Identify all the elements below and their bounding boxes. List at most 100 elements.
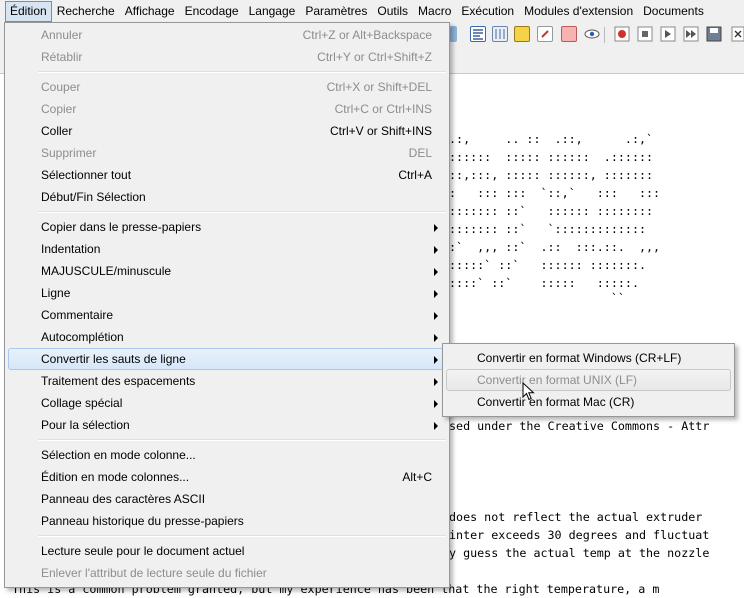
menu-item-enlever-lecture-seule[interactable]: Enlever l'attribut de lecture seule du f… [8,562,446,584]
menu-separator [38,71,446,73]
code-line: inter exceeds 30 degrees and fluctuat [449,528,710,542]
submenu-item-label: Convertir en format Windows (CR+LF) [477,351,682,365]
submenu-arrow-icon [434,356,438,364]
menu-item-supprimer[interactable]: Supprimer DEL [8,142,446,164]
code-line: :` ,,, ::` .:: :::.::. ,,, [449,240,661,254]
menu-item-collage-special[interactable]: Collage spécial [8,392,446,414]
menu-item-label: Pour la sélection [41,418,130,432]
menu-item-label: Copier [41,102,77,116]
menu-item-annuler[interactable]: Annuler Ctrl+Z or Alt+Backspace [8,24,446,46]
menu-item-label: Ligne [41,286,71,300]
menu-item-pour-la-selection[interactable]: Pour la sélection [8,414,446,436]
menu-modules[interactable]: Modules d'extension [519,1,638,22]
menu-item-label: Lecture seule pour le document actuel [41,544,245,558]
run-macro-multiple-icon[interactable] [683,26,699,42]
submenu-item-unix[interactable]: Convertir en format UNIX (LF) [446,369,731,391]
menu-item-lecture-seule[interactable]: Lecture seule pour le document actuel [8,540,446,562]
menu-item-couper[interactable]: Couper Ctrl+X or Shift+DEL [8,76,446,98]
menu-item-label: Enlever l'attribut de lecture seule du f… [41,566,267,580]
menu-item-copier-presse-papiers[interactable]: Copier dans le presse-papiers [8,216,446,238]
menu-langage[interactable]: Langage [244,1,301,22]
menu-item-coller[interactable]: Coller Ctrl+V or Shift+INS [8,120,446,142]
menu-item-shortcut: Ctrl+C or Ctrl+INS [334,102,432,116]
menu-item-ligne[interactable]: Ligne [8,282,446,304]
menu-item-label: Édition en mode colonnes... [41,470,190,484]
code-line: ::,:::, ::::: ::::::, ::::::: [449,168,654,182]
function-list-icon[interactable] [561,26,577,42]
menu-item-label: Convertir les sauts de ligne [41,352,186,366]
menu-item-traitement-espacements[interactable]: Traitement des espacements [8,370,446,392]
menu-item-copier[interactable]: Copier Ctrl+C or Ctrl+INS [8,98,446,120]
eye-icon[interactable] [584,26,600,42]
menu-macro[interactable]: Macro [413,1,456,22]
menu-item-shortcut: Ctrl+V or Shift+INS [329,124,432,138]
folder-icon[interactable] [514,26,530,42]
indent-guide-icon[interactable] [492,26,508,42]
menu-item-shortcut: Alt+C [402,470,432,484]
code-line: .:, .. :: .::, .:,` [449,132,654,146]
menu-item-edition-mode-colonnes[interactable]: Édition en mode colonnes... Alt+C [8,466,446,488]
toolbar-icon[interactable] [449,26,457,42]
submenu-item-mac[interactable]: Convertir en format Mac (CR) [446,391,731,413]
menu-item-label: Panneau des caractères ASCII [41,492,206,506]
play-macro-icon[interactable] [660,26,676,42]
submenu-arrow-icon [434,378,438,386]
code-line: :::::: ::::: :::::: .:::::: [449,150,661,164]
submenu-item-windows[interactable]: Convertir en format Windows (CR+LF) [446,347,731,369]
menu-item-label: MAJUSCULE/minuscule [41,264,172,278]
menu-item-autocompletion[interactable]: Autocomplétion [8,326,446,348]
menu-item-label: Autocomplétion [41,330,124,344]
menu-item-commentaire[interactable]: Commentaire [8,304,446,326]
menu-item-majuscule-minuscule[interactable]: MAJUSCULE/minuscule [8,260,446,282]
mouse-cursor-icon [522,382,535,401]
menu-outils[interactable]: Outils [372,1,413,22]
menu-item-label: Rétablir [41,50,83,64]
submenu-arrow-icon [434,246,438,254]
menu-item-retablir[interactable]: Rétablir Ctrl+Y or Ctrl+Shift+Z [8,46,446,68]
close-icon[interactable] [731,26,744,42]
toolbar-separator [604,27,605,43]
menu-item-label: Couper [41,80,81,94]
menu-affichage[interactable]: Affichage [120,1,180,22]
menu-item-label: Collage spécial [41,396,123,410]
submenu-arrow-icon [434,334,438,342]
code-line: `` [449,291,625,305]
stop-macro-icon[interactable] [637,26,653,42]
menu-recherche[interactable]: Recherche [52,1,120,22]
menu-edition[interactable]: Édition [5,1,52,22]
menu-item-label: Coller [41,124,73,138]
wrap-icon[interactable] [470,26,486,42]
menu-item-selectionner-tout[interactable]: Sélectionner tout Ctrl+A [8,164,446,186]
document-map-icon[interactable] [537,26,553,42]
menu-item-label: Commentaire [41,308,114,322]
menu-item-panneau-historique[interactable]: Panneau historique du presse-papiers [8,510,446,532]
menu-separator [38,439,446,441]
code-line: does not reflect the actual extruder [449,510,710,524]
submenu-arrow-icon [434,312,438,320]
menu-execution[interactable]: Exécution [456,1,519,22]
code-line: ::::::: ::` `::::::::::::: [449,222,647,236]
menu-separator [38,211,446,213]
menu-item-label: Indentation [41,242,101,256]
menu-parametres[interactable]: Paramètres [300,1,372,22]
menu-item-shortcut: Ctrl+Y or Ctrl+Shift+Z [317,50,432,64]
submenu-arrow-icon [434,400,438,408]
menu-item-label: Traitement des espacements [41,374,196,388]
menu-item-debut-fin-selection[interactable]: Début/Fin Sélection [8,186,446,208]
menu-encodage[interactable]: Encodage [180,1,244,22]
menu-item-label: Début/Fin Sélection [41,190,146,204]
menu-item-selection-mode-colonne[interactable]: Sélection en mode colonne... [8,444,446,466]
submenu-arrow-icon [434,290,438,298]
menu-item-shortcut: Ctrl+A [398,168,432,182]
menu-item-indentation[interactable]: Indentation [8,238,446,260]
menu-item-label: Sélectionner tout [41,168,132,182]
save-macro-icon[interactable] [706,26,722,42]
menu-item-shortcut: DEL [408,146,432,160]
menu-item-panneau-ascii[interactable]: Panneau des caractères ASCII [8,488,446,510]
submenu-arrow-icon [434,268,438,276]
menu-documents[interactable]: Documents [638,1,709,22]
record-macro-icon[interactable] [614,26,630,42]
menu-bar: Édition Recherche Affichage Encodage Lan… [0,0,744,24]
menu-item-label: Sélection en mode colonne... [41,448,196,462]
menu-item-convertir-sauts-ligne[interactable]: Convertir les sauts de ligne [8,348,446,370]
